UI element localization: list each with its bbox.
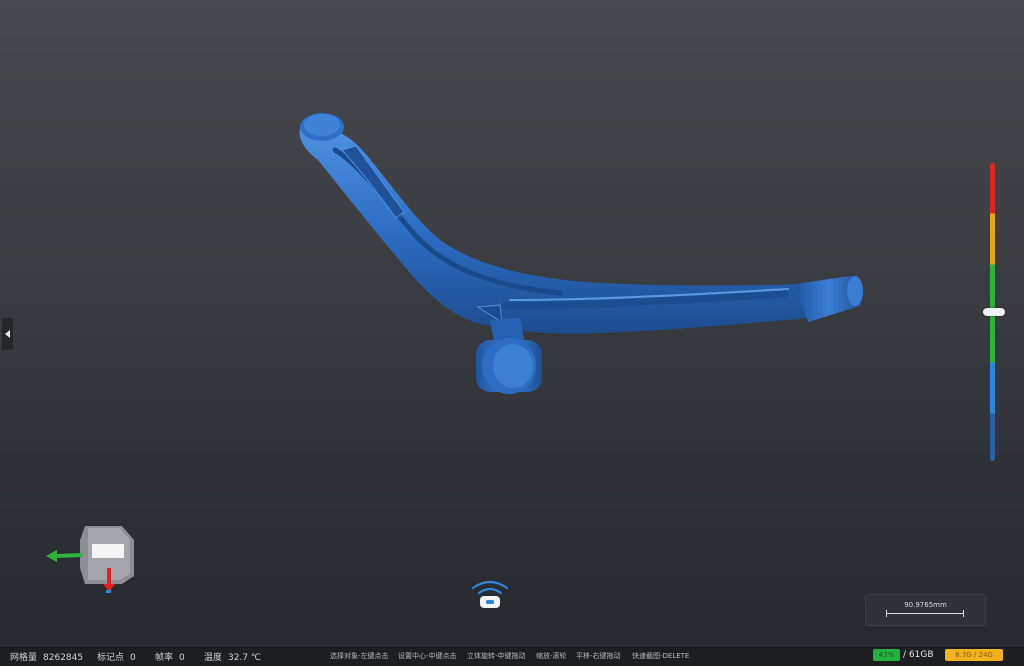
orientation-axis-widget[interactable] bbox=[40, 518, 150, 602]
frame-rate-stat: 帧率 0 bbox=[155, 650, 185, 663]
marker-count-label: 标记点 bbox=[97, 653, 125, 663]
temperature-value: 32.7 ℃ bbox=[228, 653, 262, 663]
hint-pan: 平移-右键拖动 bbox=[576, 652, 621, 660]
deviation-color-scale bbox=[983, 160, 1005, 465]
mesh-count-stat: 网格量 8262845 bbox=[10, 650, 83, 663]
3d-viewport[interactable]: 90.9765mm bbox=[0, 0, 1024, 645]
hint-screenshot: 快速截图-DELETE bbox=[632, 652, 690, 660]
hint-select-object: 选择对象-左键点击 bbox=[330, 652, 389, 660]
x-axis-arrow bbox=[55, 553, 83, 558]
collapse-left-arrow-icon bbox=[4, 330, 10, 338]
z-axis-stub bbox=[106, 590, 111, 593]
gpu-memory-badge: 8.7G / 24G bbox=[945, 649, 1003, 661]
scale-indicator: 90.9765mm bbox=[865, 594, 986, 626]
temperature-stat: 温度 32.7 ℃ bbox=[204, 650, 261, 663]
frame-rate-label: 帧率 bbox=[155, 653, 174, 663]
scale-tick-left bbox=[886, 610, 887, 617]
color-scale-handle[interactable] bbox=[983, 308, 1005, 316]
marker-count-value: 0 bbox=[130, 653, 136, 663]
hint-set-center: 设置中心-中键点击 bbox=[398, 652, 457, 660]
temperature-label: 温度 bbox=[204, 653, 223, 663]
mesh-count-value: 8262845 bbox=[43, 653, 84, 663]
memory-usage-badge: 43% bbox=[873, 649, 900, 661]
top-boss-face bbox=[304, 114, 340, 136]
bushing-face-inner bbox=[493, 344, 533, 388]
collapse-panel-button[interactable] bbox=[2, 318, 13, 350]
memory-total-text: / 61GB bbox=[903, 650, 934, 660]
status-bar: 网格量 8262845 标记点 0 帧率 0 温度 32.7 ℃ 选择对象-左键点击 设… bbox=[0, 645, 1024, 666]
scanner-wifi-icon[interactable] bbox=[467, 578, 513, 612]
right-shaft-end bbox=[847, 276, 863, 306]
scale-ruler-line bbox=[886, 613, 964, 614]
scanned-control-arm-model[interactable] bbox=[0, 0, 1024, 645]
scale-value-text: 90.9765mm bbox=[904, 601, 947, 609]
x-axis-arrowhead bbox=[46, 550, 57, 562]
frame-rate-value: 0 bbox=[179, 653, 185, 663]
mesh-count-label: 网格量 bbox=[10, 653, 38, 663]
view-cube-label-face bbox=[92, 544, 124, 558]
scale-tick-right bbox=[963, 610, 964, 617]
marker-count-stat: 标记点 0 bbox=[97, 650, 136, 663]
hint-zoom: 缩放-滚轮 bbox=[536, 652, 567, 660]
hint-rotate: 立体旋转-中键拖动 bbox=[467, 652, 526, 660]
